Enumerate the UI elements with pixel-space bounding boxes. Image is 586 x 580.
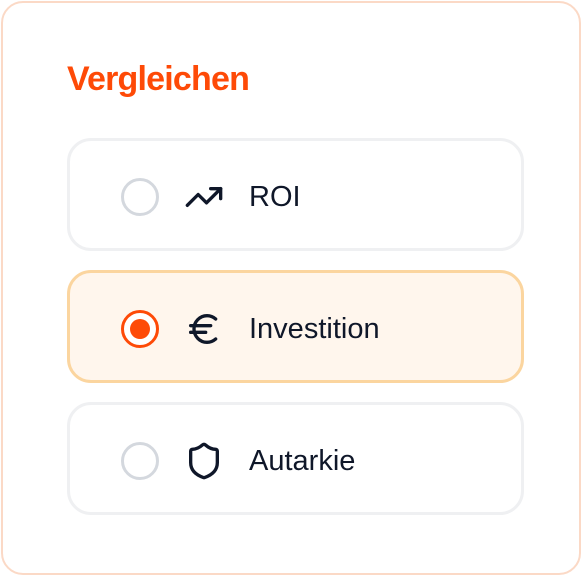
- option-label-roi: ROI: [249, 181, 301, 213]
- compare-card: Vergleichen ROI Investition Autarkie: [1, 1, 581, 575]
- option-investition[interactable]: Investition: [67, 270, 524, 383]
- radio-investition[interactable]: [121, 310, 159, 348]
- option-autarkie[interactable]: Autarkie: [67, 402, 524, 515]
- radio-selected-dot: [130, 319, 150, 339]
- option-roi[interactable]: ROI: [67, 138, 524, 251]
- radio-roi[interactable]: [121, 178, 159, 216]
- trending-up-icon: [184, 177, 224, 217]
- card-title: Vergleichen: [67, 60, 250, 98]
- euro-icon: [184, 309, 224, 349]
- option-label-autarkie: Autarkie: [249, 445, 356, 477]
- option-label-investition: Investition: [249, 313, 380, 345]
- shield-icon: [184, 441, 224, 481]
- radio-autarkie[interactable]: [121, 442, 159, 480]
